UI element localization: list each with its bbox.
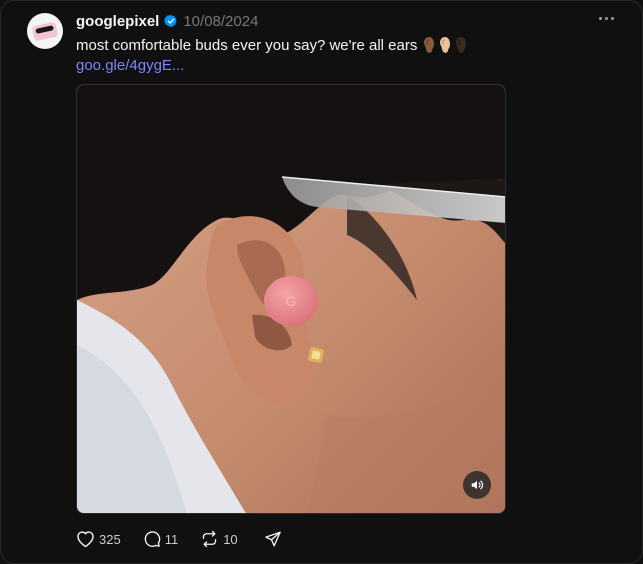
svg-text:G: G	[286, 293, 297, 309]
repost-icon	[203, 530, 217, 548]
ellipsis-icon	[599, 17, 602, 20]
audio-toggle-button[interactable]	[463, 471, 491, 499]
ear-emoji-icon	[456, 37, 467, 53]
post-link[interactable]: goo.gle/4gygE...	[76, 57, 184, 74]
thread-post: googlepixel 10/08/2024 most comfortable …	[0, 0, 643, 564]
post-video[interactable]: G	[76, 84, 506, 514]
video-frame: G	[77, 85, 505, 513]
post-date[interactable]: 10/08/2024	[183, 13, 258, 30]
heart-icon	[77, 531, 94, 548]
username[interactable]: googlepixel	[76, 13, 159, 30]
post-text: most comfortable buds ever you say? we'r…	[76, 36, 418, 54]
like-button[interactable]: 325	[76, 530, 121, 548]
share-button[interactable]	[264, 530, 282, 548]
repost-count: 10	[223, 531, 238, 547]
speech-bubble-icon	[144, 531, 160, 547]
pixel-phone-logo	[31, 21, 59, 42]
ear-emoji-icon	[424, 37, 435, 53]
reply-count: 11	[164, 531, 179, 547]
post-body: most comfortable buds ever you say? we'r…	[76, 36, 467, 54]
reply-button[interactable]: 11	[143, 530, 179, 548]
post-header: googlepixel 10/08/2024	[76, 12, 258, 30]
ear-emoji-icon	[440, 37, 451, 53]
send-icon	[264, 531, 281, 547]
more-options-button[interactable]	[599, 17, 614, 20]
verified-badge-icon	[164, 14, 178, 28]
repost-button[interactable]: 10	[200, 530, 238, 548]
action-bar: 325 11 10	[76, 529, 282, 549]
avatar[interactable]	[27, 13, 63, 49]
ear-emojis	[423, 36, 467, 54]
like-count: 325	[99, 531, 121, 547]
speaker-icon	[471, 480, 484, 490]
